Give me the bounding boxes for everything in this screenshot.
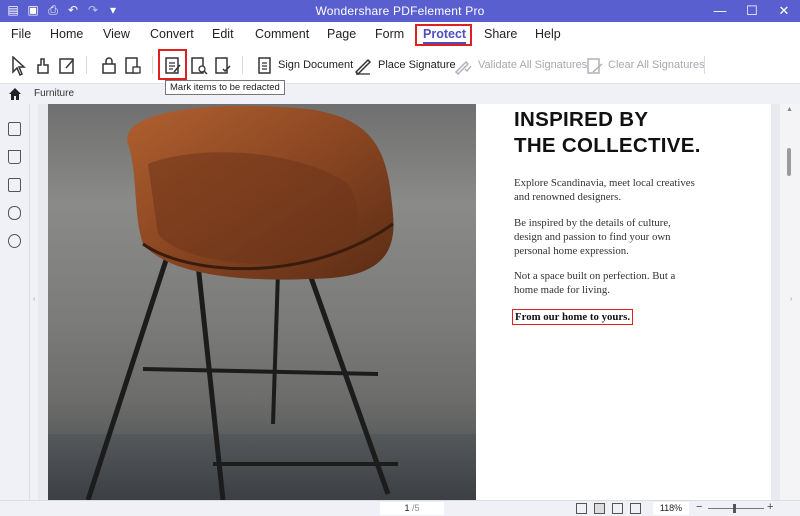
document-tab-row: Furniture (0, 84, 800, 104)
apply-redaction-icon[interactable] (214, 56, 232, 74)
collapse-left-icon[interactable]: ‹ (33, 296, 35, 303)
zoom-slider[interactable] (708, 508, 764, 509)
thumbnails-icon[interactable] (8, 122, 21, 136)
comment-icon[interactable] (8, 178, 21, 192)
zoom-out-icon[interactable]: − (696, 501, 702, 513)
bookmark-icon[interactable] (8, 150, 21, 164)
chair-photo (48, 104, 476, 500)
select-cursor-icon[interactable] (10, 55, 28, 77)
tagline-marked[interactable]: From our home to yours. (512, 309, 634, 325)
paragraph-3-line1: Not a space built on perfection. But a (514, 270, 676, 282)
zoom-level[interactable]: 118% (653, 502, 689, 515)
menu-view[interactable]: View (103, 27, 130, 41)
menu-home[interactable]: Home (50, 27, 83, 41)
place-signature-icon[interactable] (354, 56, 372, 76)
heading-line1: INSPIRED BY (514, 108, 649, 131)
sign-document-icon[interactable] (256, 56, 274, 74)
validate-signatures-icon[interactable] (454, 56, 472, 76)
hand-tool-icon[interactable] (34, 56, 52, 74)
left-sidebar (0, 104, 30, 500)
close-icon[interactable]: ✕ (768, 0, 800, 22)
collapse-right-icon[interactable]: › (790, 296, 792, 303)
menu-edit[interactable]: Edit (212, 27, 234, 41)
home-icon[interactable] (8, 87, 22, 101)
validate-all-signatures-button[interactable]: Validate All Signatures (478, 59, 587, 71)
window-title: Wondershare PDFelement Pro (315, 4, 485, 18)
edit-tool-icon[interactable] (58, 56, 76, 74)
toolbar-separator (242, 56, 243, 74)
scrollbar-thumb[interactable] (787, 148, 791, 176)
title-bar: ▤ ▣ ⎙ ↶ ↷ ▾ Wondershare PDFelement Pro —… (0, 0, 800, 22)
permission-doc-lock-icon[interactable] (124, 56, 142, 74)
scroll-up-icon[interactable]: ▲ (786, 106, 793, 113)
paragraph-2-line2: design and passion to find your own (514, 231, 671, 243)
search-panel-icon[interactable] (8, 234, 21, 248)
zoom-in-icon[interactable]: + (767, 501, 773, 513)
maximize-icon[interactable]: ☐ (736, 0, 768, 22)
menu-form[interactable]: Form (375, 27, 404, 41)
sign-document-button[interactable]: Sign Document (278, 59, 353, 71)
heading-line2: THE COLLECTIVE. (514, 134, 701, 157)
password-lock-icon[interactable] (100, 56, 118, 74)
minimize-icon[interactable]: — (704, 0, 736, 22)
paragraph-1-line2: and renowned designers. (514, 191, 622, 203)
menu-page[interactable]: Page (327, 27, 356, 41)
toolbar-separator (704, 56, 705, 74)
page-navigator[interactable]: 1 /5 (380, 502, 444, 515)
current-page[interactable]: 1 (404, 503, 409, 513)
status-bar: 1 /5 118% − + (0, 500, 800, 516)
paragraph-3-line2: home made for living. (514, 284, 610, 296)
single-page-view-icon[interactable] (576, 503, 587, 514)
attachment-icon[interactable] (8, 206, 21, 220)
search-redact-icon[interactable] (190, 56, 208, 75)
redaction-highlight-box (158, 49, 187, 80)
window-controls: — ☐ ✕ (704, 0, 800, 22)
menu-convert[interactable]: Convert (150, 27, 194, 41)
redaction-tooltip: Mark items to be redacted (165, 80, 285, 95)
paragraph-1-line1: Explore Scandinavia, meet local creative… (514, 177, 695, 189)
tab-furniture[interactable]: Furniture (34, 88, 74, 99)
two-page-view-icon[interactable] (612, 503, 623, 514)
menu-file[interactable]: File (11, 27, 31, 41)
menu-share[interactable]: Share (484, 27, 517, 41)
toolbar-separator (152, 56, 153, 74)
menu-comment[interactable]: Comment (255, 27, 309, 41)
pdf-page: INSPIRED BY THE COLLECTIVE. Explore Scan… (48, 104, 771, 500)
place-signature-button[interactable]: Place Signature (378, 59, 456, 71)
menu-bar: File Home View Convert Edit Comment Page… (0, 22, 800, 46)
zoom-slider-handle[interactable] (733, 504, 736, 513)
total-pages: /5 (412, 503, 420, 513)
paragraph-2-line3: personal home expression. (514, 245, 629, 257)
menu-help[interactable]: Help (535, 27, 561, 41)
toolbar-separator (86, 56, 87, 74)
document-view: INSPIRED BY THE COLLECTIVE. Explore Scan… (38, 104, 780, 500)
paragraph-2-line1: Be inspired by the details of culture, (514, 217, 671, 229)
continuous-view-icon[interactable] (594, 503, 605, 514)
clear-all-signatures-button[interactable]: Clear All Signatures (608, 59, 705, 71)
clear-signatures-icon[interactable] (586, 56, 604, 74)
protect-toolbar: Sign Document Place Signature Validate A… (0, 46, 800, 84)
two-page-continuous-icon[interactable] (630, 503, 641, 514)
protect-highlight-box (415, 24, 472, 46)
